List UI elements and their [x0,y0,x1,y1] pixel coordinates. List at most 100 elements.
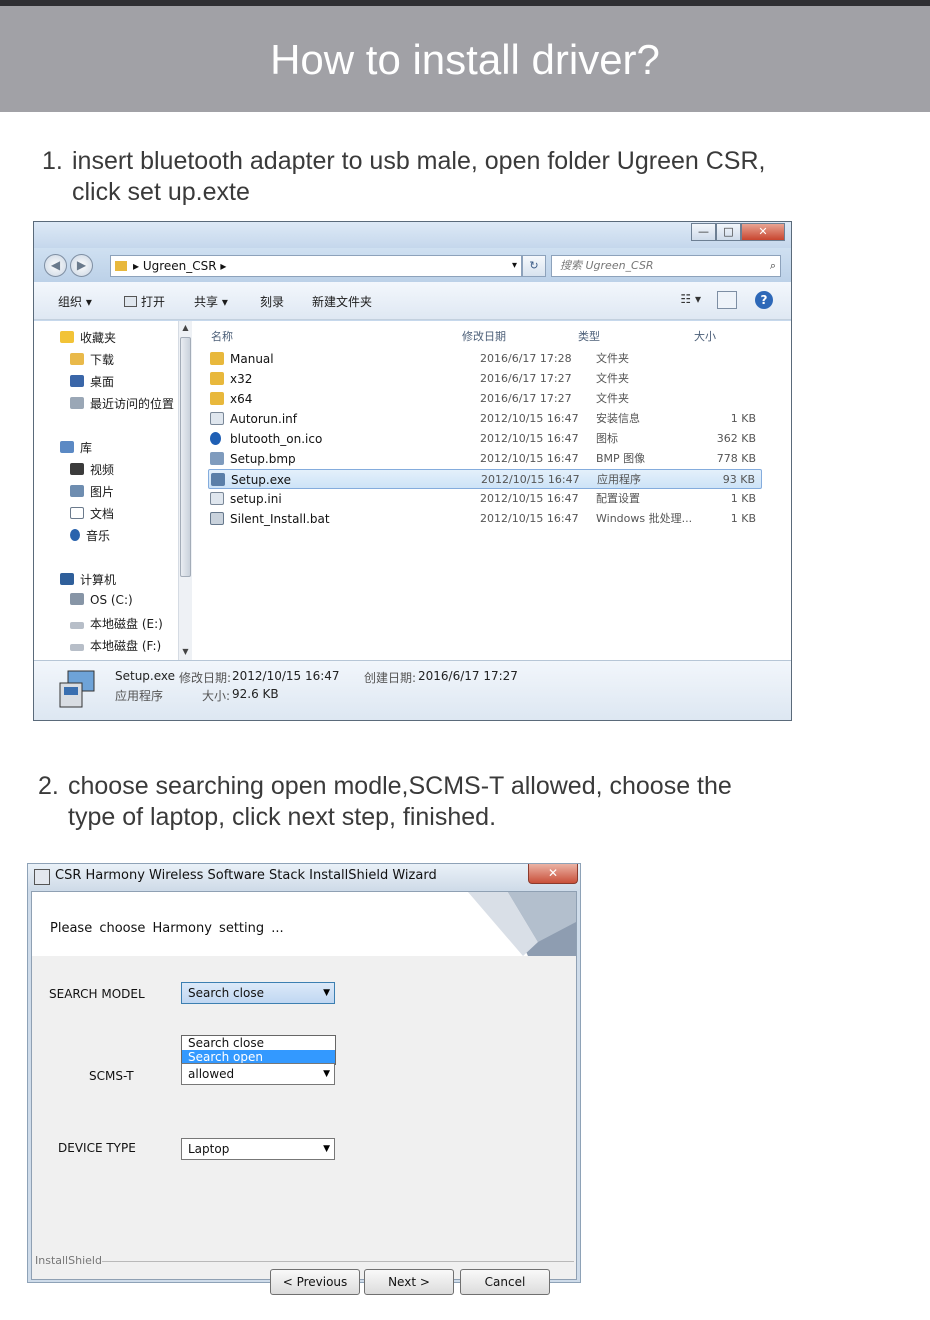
nav-downloads[interactable]: 下载 [70,351,114,368]
nav-computer[interactable]: 计算机 [60,571,116,588]
nav-label: 本地磁盘 (F:) [90,639,162,653]
chevron-down-icon: ▼ [323,988,330,998]
scroll-up-icon[interactable]: ▲ [179,323,192,332]
share-menu[interactable]: 共享 ▾ [194,293,228,310]
nav-documents[interactable]: 文档 [70,505,114,522]
step-2-number: 2. [38,772,59,800]
file-row-selected[interactable]: Setup.exe 2012/10/15 16:47 应用程序 93 KB [208,469,762,489]
file-size: 362 KB [716,432,756,445]
device-type-label: DEVICE TYPE [58,1141,136,1155]
nav-scrollbar[interactable]: ▲ ▼ [178,321,192,660]
file-row[interactable]: setup.ini 2012/10/15 16:47 配置设置 1 KB [208,489,762,509]
column-type[interactable]: 类型 [578,328,600,344]
file-row[interactable]: Manual 2016/6/17 17:28 文件夹 [208,349,762,369]
settings-file-icon [210,492,224,505]
open-icon [124,296,137,307]
file-date: 2012/10/15 16:47 [481,473,580,486]
search-model-select[interactable]: Search close ▼ [181,982,335,1004]
setup-exe-icon [211,473,225,486]
details-modified: 2012/10/15 16:47 [232,669,340,683]
file-row[interactable]: x64 2016/6/17 17:27 文件夹 [208,389,762,409]
file-row[interactable]: Silent_Install.bat 2012/10/15 16:47 Window… [208,509,762,529]
file-row[interactable]: Setup.bmp 2012/10/15 16:47 BMP 图像 778 KB [208,449,762,469]
header-banner: How to install driver? [0,6,930,112]
details-filename: Setup.exe [115,669,176,683]
column-modified[interactable]: 修改日期 [462,328,506,344]
refresh-button[interactable]: ↻ [522,255,546,277]
new-folder-button[interactable]: 新建文件夹 [312,293,372,310]
explorer-window: — □ ✕ ◀ ▶ ▸ Ugreen_CSR ▸ ▾ ↻ 搜索 Ugreen_C… [33,221,792,721]
nav-libraries[interactable]: 库 [60,439,92,456]
nav-videos[interactable]: 视频 [70,461,114,478]
page-title: How to install driver? [270,36,660,83]
file-type: BMP 图像 [596,452,646,465]
device-type-value: Laptop [188,1142,230,1156]
next-button[interactable]: Next > [364,1269,454,1295]
music-icon [70,529,80,541]
forward-button[interactable]: ▶ [70,254,93,277]
option-search-open[interactable]: Search open [182,1050,335,1064]
computer-icon [60,573,74,585]
address-bar[interactable]: ▸ Ugreen_CSR ▸ ▾ [110,255,522,277]
maximize-button[interactable]: □ [716,223,741,241]
file-date: 2012/10/15 16:47 [480,512,579,525]
back-button[interactable]: ◀ [44,254,67,277]
drive-icon [70,593,84,605]
file-row[interactable]: Autorun.inf 2012/10/15 16:47 安装信息 1 KB [208,409,762,429]
nav-music[interactable]: 音乐 [70,527,110,544]
file-name: blutooth_on.ico [230,432,323,446]
minimize-button[interactable]: — [691,223,716,241]
file-name: x64 [230,392,253,406]
previous-button[interactable]: < Previous [270,1269,360,1295]
option-search-close[interactable]: Search close [182,1036,335,1050]
nav-pictures[interactable]: 图片 [70,483,114,500]
details-created: 2016/6/17 17:27 [418,669,518,683]
file-date: 2012/10/15 16:47 [480,452,579,465]
nav-label: 库 [80,441,93,455]
step-2-instruction: 2. choose searching open modle,SCMS-T al… [38,771,838,835]
preview-pane-button[interactable] [717,291,737,309]
video-icon [70,463,84,475]
dialog-header-text: Please choose Harmony setting ... [50,921,284,936]
scroll-thumb[interactable] [180,337,191,577]
nav-drive-e[interactable]: 本地磁盘 (E:) [70,615,163,632]
file-row[interactable]: x32 2016/6/17 17:27 文件夹 [208,369,762,389]
recent-places-icon [70,397,84,409]
search-input[interactable]: 搜索 Ugreen_CSR ⌕ [551,255,781,277]
device-type-select[interactable]: Laptop ▼ [181,1138,335,1160]
nav-label: 计算机 [80,573,117,587]
organize-menu[interactable]: 组织 ▾ [58,293,92,310]
cancel-button[interactable]: Cancel [460,1269,550,1295]
nav-drive-f[interactable]: 本地磁盘 (F:) [70,637,161,654]
chevron-down-icon: ▼ [323,1069,330,1079]
help-icon[interactable]: ? [755,291,773,309]
column-name[interactable]: 名称 [211,328,233,344]
explorer-toolbar: 组织 ▾ 打开 共享 ▾ 刻录 新建文件夹 ☷ ▾ ? [34,282,791,320]
nav-label: 本地磁盘 (E:) [90,617,163,631]
file-row[interactable]: blutooth_on.ico 2012/10/15 16:47 图标 362 KB [208,429,762,449]
nav-desktop[interactable]: 桌面 [70,373,114,390]
file-size: 1 KB [730,512,756,525]
dialog-header: Please choose Harmony setting ... [32,892,576,956]
burn-button[interactable]: 刻录 [260,293,284,310]
nav-recent[interactable]: 最近访问的位置 [70,395,174,412]
column-size[interactable]: 大小 [694,328,716,344]
view-options-menu[interactable]: ☷ ▾ [680,292,701,306]
nav-drive-c[interactable]: OS (C:) [70,593,133,607]
nav-favorites[interactable]: 收藏夹 [60,329,116,346]
settings-file-icon [210,412,224,425]
scms-t-select[interactable]: allowed ▼ [181,1063,335,1085]
nav-label: 视频 [90,463,115,477]
open-button[interactable]: 打开 [124,293,165,310]
scroll-down-icon[interactable]: ▼ [179,647,192,656]
nav-label: 下载 [90,353,115,367]
dialog-title: CSR Harmony Wireless Software Stack Inst… [55,868,437,883]
details-size: 92.6 KB [232,687,279,701]
dialog-close-button[interactable]: ✕ [528,864,578,884]
details-pane: Setup.exe 修改日期: 2012/10/15 16:47 创建日期: 2… [34,660,791,720]
file-name: x32 [230,372,253,386]
file-date: 2012/10/15 16:47 [480,492,579,505]
step-2-text: choose searching open modle,SCMS-T allow… [68,772,732,831]
address-dropdown-icon[interactable]: ▾ [512,256,517,276]
close-button[interactable]: ✕ [741,223,785,241]
